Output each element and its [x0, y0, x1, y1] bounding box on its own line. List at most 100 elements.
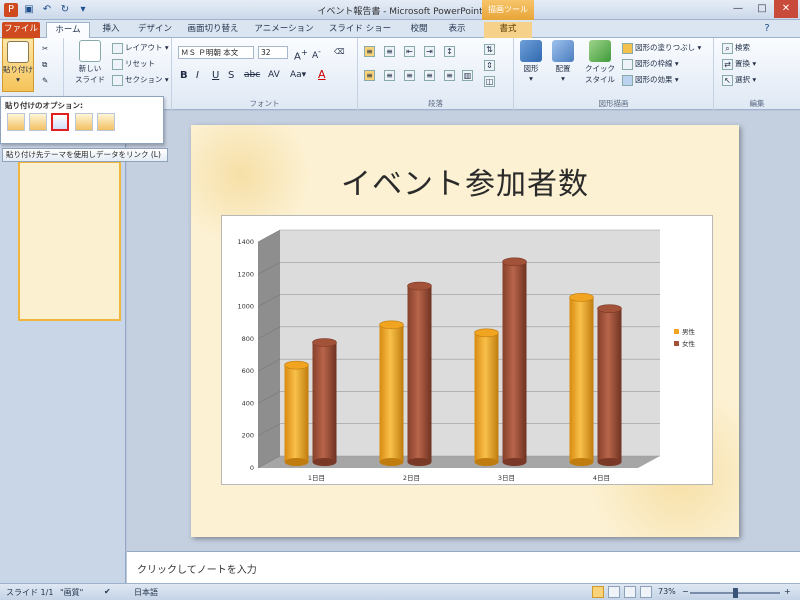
notes-pane[interactable]: クリックしてノートを入力 — [127, 551, 800, 583]
align-right-icon[interactable]: ≡ — [404, 70, 417, 81]
help-icon[interactable]: ? — [760, 22, 774, 36]
line-spacing-icon[interactable]: ↕ — [444, 46, 457, 57]
numbering-icon[interactable]: ≡ — [384, 46, 397, 57]
zoom-in-icon[interactable]: + — [784, 587, 791, 596]
maximize-icon[interactable]: □ — [750, 0, 774, 18]
zoom-slider[interactable] — [690, 588, 780, 598]
spelling-icon[interactable]: ✔ — [104, 587, 111, 596]
y-tick-label: 1200 — [237, 270, 254, 278]
spacing-icon[interactable]: AV — [268, 70, 280, 80]
legend-label: 女性 — [682, 339, 696, 348]
format-painter-icon[interactable]: ✎ — [42, 76, 48, 85]
distribute-icon[interactable]: ≡ — [444, 70, 457, 81]
slide-title[interactable]: イベント参加者数 — [191, 159, 739, 203]
find-button[interactable]: ⌕ 検索 — [722, 42, 750, 54]
shape-outline-label: 図形の枠線 — [635, 59, 673, 68]
notes-placeholder: クリックしてノートを入力 — [137, 565, 257, 576]
bar-top — [597, 304, 622, 313]
columns-icon[interactable]: ▥ — [462, 70, 475, 81]
zoom-slider-thumb[interactable] — [732, 588, 738, 598]
cut-icon[interactable]: ✂ — [42, 44, 48, 53]
reading-view-icon[interactable] — [624, 586, 636, 598]
tab-home[interactable]: ホーム — [46, 22, 90, 38]
slide-sorter-icon[interactable] — [608, 586, 620, 598]
shadow-icon[interactable]: S — [228, 70, 234, 81]
slideshow-icon[interactable] — [640, 586, 652, 598]
tab-review[interactable]: 校閲 — [402, 22, 436, 38]
paste-link-data-destination-theme-icon[interactable] — [51, 113, 69, 131]
text-direction-icon[interactable]: ⇅ — [484, 44, 497, 55]
arrange-button[interactable]: 配置 ▾ — [548, 38, 578, 83]
copy-icon[interactable]: ⧉ — [42, 60, 47, 70]
tab-view[interactable]: 表示 — [440, 22, 474, 38]
minimize-icon[interactable]: — — [726, 0, 750, 18]
italic-icon[interactable]: I — [196, 70, 199, 81]
shrink-font-icon[interactable]: A- — [312, 47, 321, 61]
tab-file[interactable]: ファイル — [2, 22, 40, 38]
bar-body — [379, 324, 404, 462]
reset-label: リセット — [125, 59, 155, 68]
bar-bottom — [502, 458, 527, 466]
shape-outline-button[interactable]: 図形の枠線 ▾ — [622, 58, 679, 70]
section-icon — [112, 74, 123, 86]
normal-view-icon[interactable] — [592, 586, 604, 598]
bullets-icon[interactable]: ≡ — [364, 46, 377, 57]
smartart-icon[interactable]: ◫ — [484, 76, 497, 87]
replace-button[interactable]: ⇄ 置換 ▾ — [722, 58, 756, 70]
bar-body — [474, 332, 499, 462]
select-button[interactable]: ↖ 選択 ▾ — [722, 74, 756, 86]
section-button[interactable]: セクション ▾ — [112, 74, 169, 86]
editing-group: ⌕ 検索 ⇄ 置換 ▾ ↖ 選択 ▾ 編集 — [714, 38, 800, 110]
bar-top — [407, 281, 432, 291]
tab-transitions[interactable]: 画面切り替え — [182, 22, 244, 38]
bold-icon[interactable]: B — [180, 70, 188, 81]
layout-button[interactable]: レイアウト ▾ — [112, 42, 169, 54]
bar-body — [284, 365, 309, 462]
new-slide-button[interactable]: 新しい スライド — [70, 38, 110, 85]
paste-picture-icon[interactable] — [97, 113, 115, 131]
paste-use-destination-theme-icon[interactable] — [7, 113, 25, 131]
font-color-icon[interactable]: A — [318, 68, 326, 81]
slide-number: スライド 1/1 — [6, 588, 54, 597]
paste-button[interactable]: 貼り付け ▾ — [2, 38, 34, 92]
font-group-label: フォント — [249, 99, 280, 108]
font-group: ＭＳ Ｐ明朝 本文 32 A+ A- ⌫ B I U S abc AV Aa▾ … — [172, 38, 358, 110]
paste-keep-source-format-icon[interactable] — [29, 113, 47, 131]
shape-effects-button[interactable]: 図形の効果 ▾ — [622, 74, 679, 86]
align-text-icon[interactable]: ⇕ — [484, 60, 497, 71]
paste-link-data-keep-source-icon[interactable] — [75, 113, 93, 131]
align-left-icon[interactable]: ≡ — [364, 70, 377, 81]
clear-format-icon[interactable]: ⌫ — [334, 47, 345, 56]
replace-label: 置換 — [735, 59, 750, 68]
decrease-indent-icon[interactable]: ⇤ — [404, 46, 417, 57]
change-case-icon[interactable]: Aa▾ — [290, 70, 306, 80]
tab-design[interactable]: デザイン — [132, 22, 178, 38]
bar-4日目-女性 — [597, 304, 622, 466]
tab-format[interactable]: 書式 — [484, 22, 532, 38]
tab-slideshow[interactable]: スライド ショー — [324, 22, 396, 38]
bar-body — [569, 297, 594, 462]
bar-top — [569, 293, 594, 302]
grow-font-icon[interactable]: A+ — [294, 47, 308, 62]
underline-icon[interactable]: U — [212, 70, 219, 81]
justify-icon[interactable]: ≡ — [424, 70, 437, 81]
shapes-button[interactable]: 図形 ▾ — [516, 38, 546, 83]
font-size-combo[interactable]: 32 — [258, 46, 288, 59]
chart[interactable]: 0 200 400 600 800 1000 1200 1400 1日目 2日目 3日目 4日目 男… — [221, 215, 713, 485]
zoom-level[interactable]: 73% — [658, 587, 676, 596]
chart-side-wall — [258, 230, 280, 468]
slide-thumbnail[interactable] — [18, 161, 121, 321]
tab-animations[interactable]: アニメーション — [248, 22, 320, 38]
font-name-combo[interactable]: ＭＳ Ｐ明朝 本文 — [178, 46, 254, 59]
quick-styles-button[interactable]: クイック スタイル — [580, 38, 620, 85]
increase-indent-icon[interactable]: ⇥ — [424, 46, 437, 57]
tab-insert[interactable]: 挿入 — [94, 22, 128, 38]
close-icon[interactable]: ✕ — [774, 0, 798, 18]
language[interactable]: 日本語 — [134, 587, 158, 598]
slide-canvas[interactable]: イベント参加者数 0 200 400 600 800 1000 1200 1400 1日目 2日… — [191, 125, 739, 537]
reset-button[interactable]: リセット — [112, 58, 155, 70]
align-center-icon[interactable]: ≡ — [384, 70, 397, 81]
strikethrough-icon[interactable]: abc — [244, 70, 260, 80]
zoom-out-icon[interactable]: − — [682, 587, 689, 596]
shape-fill-button[interactable]: 図形の塗りつぶし ▾ — [622, 42, 701, 54]
